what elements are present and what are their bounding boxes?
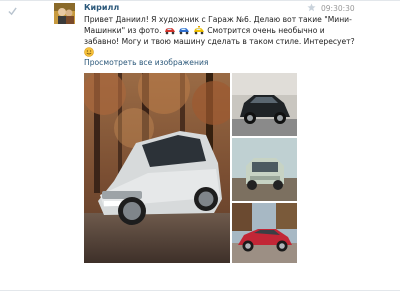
taxi-emoji <box>193 26 204 35</box>
message-text: Привет Даниил! Я художник с Гараж №6. Де… <box>84 14 384 58</box>
message-time: 09:30:30 <box>321 4 355 13</box>
top-divider <box>0 0 400 1</box>
author-name[interactable]: Кирилл <box>84 3 119 12</box>
avatar[interactable] <box>54 3 75 24</box>
message-line-1: Привет Даниил! Я художник с Гараж №6. Де… <box>84 15 352 24</box>
message-line-3: забавно! Могу и твою машину сделать в та… <box>84 37 355 46</box>
photo-red-mini-car[interactable] <box>232 203 297 263</box>
photo-green-mini-car[interactable] <box>232 138 297 201</box>
message-line-2b: Смотрится очень необычно и <box>207 26 325 35</box>
photo-white-hatchback[interactable] <box>84 73 230 263</box>
view-all-images-link[interactable]: Просмотреть все изображения <box>84 58 208 67</box>
red-car-emoji <box>164 28 175 35</box>
photo-black-mini-car[interactable] <box>232 73 297 136</box>
check-icon <box>8 7 17 16</box>
star-icon[interactable] <box>307 3 316 12</box>
blue-car-emoji <box>179 28 190 35</box>
smiling-face-emoji <box>84 47 94 57</box>
message-line-2a: Машинки" из фото. <box>84 26 162 35</box>
